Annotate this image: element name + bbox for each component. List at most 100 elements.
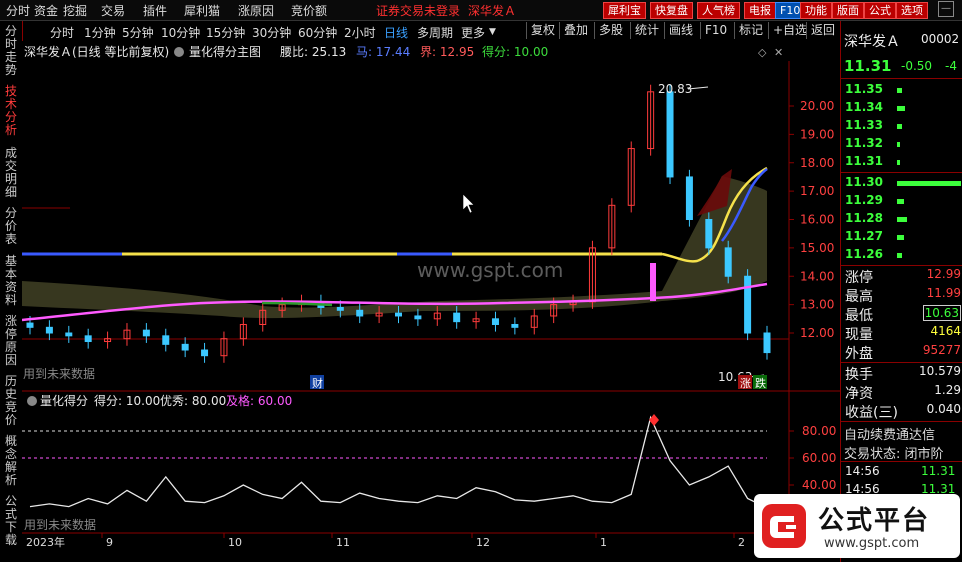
- y-tick-label: 18.00: [800, 156, 834, 170]
- high-label: 20.83: [658, 82, 692, 96]
- side-tabs: 分时走势 技术分析 成交明细 分价表 基本资料 涨停原因 历史竞价 概念解析 公…: [0, 21, 23, 557]
- candle-body: [453, 312, 461, 323]
- diejia-button[interactable]: 叠加: [559, 22, 588, 39]
- dropdown-icon[interactable]: [174, 47, 184, 57]
- stat-value: 11.99: [926, 286, 961, 300]
- stat-value: 4164: [930, 324, 961, 338]
- menu-jiaoyi[interactable]: 交易: [101, 2, 125, 19]
- close-icon[interactable]: ✕: [774, 46, 783, 59]
- candle-body: [414, 315, 422, 320]
- tf-10min[interactable]: 10分钟: [161, 24, 200, 41]
- banmian-button[interactable]: 版面: [832, 2, 864, 19]
- ask-row: 11.33: [845, 118, 961, 136]
- huaxian-button[interactable]: 画线: [664, 22, 693, 39]
- gongneng-button[interactable]: 功能: [800, 2, 832, 19]
- menu-jingjiae[interactable]: 竞价额: [291, 2, 327, 19]
- tab-zhangting-yuanyin[interactable]: 涨停原因: [2, 315, 20, 367]
- minimize-icon[interactable]: —: [938, 1, 954, 17]
- tf-fenshi[interactable]: 分时: [50, 24, 74, 41]
- tab-fenshi-zoushi[interactable]: 分时走势: [2, 25, 20, 77]
- stock-name: 深华发Ａ: [844, 34, 900, 50]
- menu-zhangyuanyin[interactable]: 涨原因: [238, 2, 274, 19]
- sub-y-tick-label: 60.00: [802, 451, 836, 465]
- tf-60min[interactable]: 60分钟: [298, 24, 337, 41]
- bid-row: 11.30: [845, 175, 961, 193]
- diamond-icon[interactable]: ◇: [758, 46, 767, 59]
- future-data-note: 用到未来数据: [23, 366, 95, 381]
- tf-15min[interactable]: 15分钟: [206, 24, 245, 41]
- sub-chart-title[interactable]: 量化得分: [40, 393, 88, 408]
- sub-y-tick-label: 40.00: [802, 478, 836, 492]
- x-label-12: 12: [476, 536, 490, 549]
- tab-jishu-fenxi[interactable]: 技术分析: [2, 85, 20, 137]
- ask-price: 11.33: [845, 118, 883, 132]
- ask-row: 11.31: [845, 154, 961, 172]
- menu-zijin[interactable]: 资金: [34, 2, 58, 19]
- x-label-2: 2: [738, 536, 745, 549]
- tf-1min[interactable]: 1分钟: [84, 24, 116, 41]
- tf-2hour[interactable]: 2小时: [344, 24, 376, 41]
- menu-fenshi[interactable]: 分时: [6, 2, 30, 19]
- breakout-bar: [650, 263, 656, 301]
- tab-lishi-jingjia[interactable]: 历史竞价: [2, 375, 20, 427]
- bid-price: 11.29: [845, 193, 883, 207]
- candle-body: [336, 306, 344, 311]
- sub-dropdown-icon[interactable]: [27, 396, 37, 406]
- xuanxiang-button[interactable]: 选项: [896, 2, 928, 19]
- bid-row: 11.27: [845, 229, 961, 247]
- legend-yaobi: 腰比: 25.13: [280, 45, 346, 59]
- tab-jiben-ziliao[interactable]: 基本资料: [2, 255, 20, 307]
- stat-label: 最低: [845, 308, 873, 324]
- y-tick-label: 15.00: [800, 241, 834, 255]
- add-watchlist-button[interactable]: +自选: [768, 22, 807, 39]
- candle-body: [162, 335, 170, 345]
- stat-row: 现量 4164: [845, 324, 961, 343]
- login-alert[interactable]: 证券交易未登录: [376, 2, 460, 19]
- kline-chart-area[interactable]: 深华发Ａ(日线 等比前复权) 量化得分主图 腰比: 25.13 马: 17.44…: [22, 41, 840, 562]
- y-tick-label: 19.00: [800, 127, 834, 141]
- menu-xilimao[interactable]: 犀利猫: [184, 2, 220, 19]
- f10-button[interactable]: F10: [700, 22, 727, 39]
- auto-renew-notice[interactable]: 自动续费通达信: [844, 424, 935, 443]
- renqi-button[interactable]: 人气榜: [697, 2, 740, 19]
- tab-gongshi-xiazai[interactable]: 公式下载: [2, 495, 20, 547]
- tf-multi[interactable]: 多周期: [417, 24, 453, 41]
- stat-value: 10.579: [919, 364, 961, 378]
- tongji-button[interactable]: 统计: [630, 22, 659, 39]
- stat-row: 换手 10.579: [845, 364, 961, 383]
- legend-defen: 得分: 10.00: [482, 44, 548, 59]
- stat-label: 收益(三): [845, 405, 898, 421]
- chevron-down-icon[interactable]: ▼: [489, 27, 496, 37]
- duogu-button[interactable]: 多股: [594, 22, 623, 39]
- bid-price: 11.27: [845, 229, 883, 243]
- stat-value: 0.040: [926, 402, 961, 416]
- xilibao-button[interactable]: 犀利宝: [603, 2, 646, 19]
- indicator-name[interactable]: 量化得分主图: [189, 44, 261, 59]
- x-label-10: 10: [228, 536, 242, 549]
- brand-logo: 公式平台 www.gspt.com: [754, 494, 960, 558]
- candle-body: [744, 275, 752, 334]
- sub-legend-jige: 及格: 60.00: [226, 393, 292, 408]
- y-tick-label: 14.00: [800, 269, 834, 283]
- dianbao-button[interactable]: 电报: [744, 2, 776, 19]
- tf-30min[interactable]: 30分钟: [252, 24, 291, 41]
- gongshi-button[interactable]: 公式: [864, 2, 896, 19]
- tab-gainian-jiexi[interactable]: 概念解析: [2, 435, 20, 487]
- stat-value: 12.99: [926, 267, 961, 281]
- biaoji-button[interactable]: 标记: [734, 22, 763, 39]
- tab-chengjiao-mingxi[interactable]: 成交明细: [2, 147, 20, 199]
- ask-price: 11.34: [845, 100, 883, 114]
- price-change-pct: -4: [945, 59, 957, 73]
- fuquan-button[interactable]: 复权: [526, 22, 555, 39]
- stat-label: 外盘: [845, 346, 873, 362]
- bid-row: 11.29: [845, 193, 961, 211]
- candle-body: [491, 318, 499, 325]
- fupan-button[interactable]: 快复盘: [650, 2, 693, 19]
- tab-fenjia-biao[interactable]: 分价表: [2, 207, 20, 246]
- tf-5min[interactable]: 5分钟: [122, 24, 154, 41]
- back-button[interactable]: 返回: [806, 22, 835, 39]
- menu-wajue[interactable]: 挖掘: [63, 2, 87, 19]
- tf-daily[interactable]: 日线: [384, 24, 408, 41]
- menu-chajian[interactable]: 插件: [143, 2, 167, 19]
- tf-more[interactable]: 更多: [461, 24, 485, 41]
